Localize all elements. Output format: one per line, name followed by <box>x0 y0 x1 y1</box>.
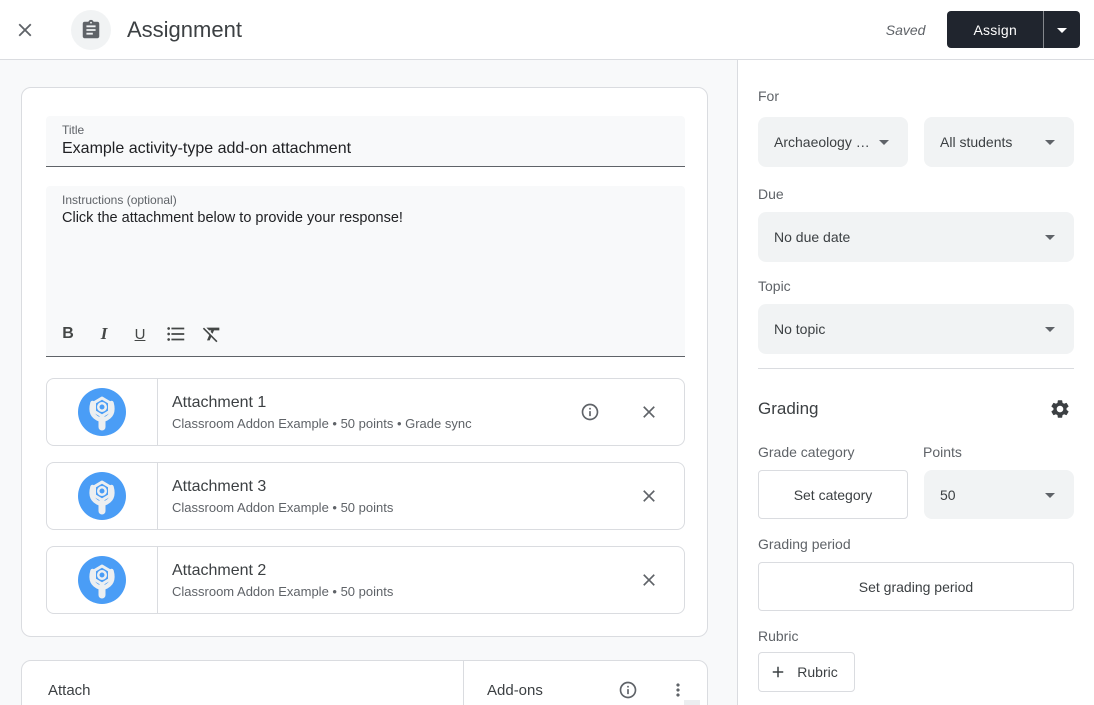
points-value: 50 <box>940 486 956 503</box>
assignment-editor: Assignment Saved Assign Title Example ac… <box>0 0 1094 705</box>
instructions-field-label: Instructions (optional) <box>62 193 177 207</box>
addon-app-icon <box>78 472 126 520</box>
attachment-meta: Classroom Addon Example • 50 points • Gr… <box>172 415 472 431</box>
gear-icon <box>1049 398 1071 420</box>
remove-attachment-button[interactable] <box>634 565 664 595</box>
attachment-title: Attachment 2 <box>172 561 267 579</box>
points-select[interactable]: 50 <box>924 470 1074 519</box>
course-select[interactable]: Archaeology … <box>758 117 908 167</box>
assign-dropdown-button[interactable] <box>1044 11 1080 48</box>
clear-formatting-icon <box>201 323 223 345</box>
close-button[interactable] <box>5 10 45 50</box>
partial-ui-fragment <box>684 700 700 705</box>
formatting-toolbar: B I U <box>52 312 228 356</box>
bold-button[interactable]: B <box>52 318 84 350</box>
close-icon <box>14 19 36 41</box>
attach-card: Attach Add-ons <box>21 660 708 705</box>
top-bar: Assignment Saved Assign <box>0 0 1094 60</box>
attachment-icon-cell <box>47 463 158 529</box>
students-select[interactable]: All students <box>924 117 1074 167</box>
attachment-row[interactable]: Attachment 3 Classroom Addon Example • 5… <box>46 462 685 530</box>
attachment-title: Attachment 1 <box>172 393 267 411</box>
set-grading-period-button[interactable]: Set grading period <box>758 562 1074 611</box>
attachment-icon-cell <box>47 379 158 445</box>
attachment-info: Attachment 1 Classroom Addon Example • 5… <box>158 379 575 445</box>
bulleted-list-icon <box>165 323 187 345</box>
addons-section: Add-ons <box>463 661 707 705</box>
dropdown-arrow-icon <box>1038 130 1062 154</box>
for-label: For <box>758 88 779 104</box>
grading-settings-button[interactable] <box>1046 395 1074 423</box>
info-icon <box>580 402 600 422</box>
assignment-icon <box>80 19 102 41</box>
assign-split-button: Assign <box>947 11 1080 48</box>
add-rubric-button[interactable]: Rubric <box>758 652 855 692</box>
attachment-meta: Classroom Addon Example • 50 points <box>172 499 394 515</box>
attachment-row[interactable]: Attachment 2 Classroom Addon Example • 5… <box>46 546 685 614</box>
instructions-field-value[interactable]: Click the attachment below to provide yo… <box>62 210 669 226</box>
due-date-select[interactable]: No due date <box>758 212 1074 262</box>
clear-formatting-button[interactable] <box>196 318 228 350</box>
rubric-label: Rubric <box>758 628 799 644</box>
settings-sidebar: For Archaeology … All students Due No du… <box>738 60 1094 705</box>
attachment-meta: Classroom Addon Example • 50 points <box>172 583 394 599</box>
attachment-info-button[interactable] <box>575 397 605 427</box>
addons-info-button[interactable] <box>613 675 643 705</box>
close-icon <box>639 486 659 506</box>
saved-status: Saved <box>885 21 926 38</box>
dropdown-arrow-icon <box>1038 483 1062 507</box>
addons-section-label: Add-ons <box>487 681 543 699</box>
page-title: Assignment <box>127 16 242 42</box>
attachment-icon-cell <box>47 547 158 613</box>
grade-category-label: Grade category <box>758 444 855 460</box>
attachment-info: Attachment 3 Classroom Addon Example • 5… <box>158 463 634 529</box>
set-category-button[interactable]: Set category <box>758 470 908 519</box>
instructions-field[interactable]: Instructions (optional) Click the attach… <box>46 186 685 357</box>
dropdown-arrow-icon <box>1038 225 1062 249</box>
addon-app-icon <box>78 388 126 436</box>
close-icon <box>639 570 659 590</box>
assign-button[interactable]: Assign <box>947 11 1044 48</box>
due-date-value: No due date <box>774 229 851 245</box>
underline-button[interactable]: U <box>124 318 156 350</box>
plus-icon <box>769 663 787 681</box>
attachment-actions <box>634 547 684 613</box>
dropdown-arrow-icon <box>1050 18 1074 42</box>
assignment-type-badge <box>71 9 111 50</box>
topic-value: No topic <box>774 321 826 337</box>
section-divider <box>758 368 1074 369</box>
add-rubric-label: Rubric <box>797 664 838 680</box>
attachment-actions <box>634 463 684 529</box>
attachment-row[interactable]: Attachment 1 Classroom Addon Example • 5… <box>46 378 685 446</box>
editor-pane: Title Example activity-type add-on attac… <box>0 60 738 705</box>
info-icon <box>618 680 638 700</box>
course-select-value: Archaeology … <box>774 134 870 150</box>
points-label: Points <box>923 444 962 460</box>
attachment-actions <box>575 379 684 445</box>
title-field[interactable]: Title Example activity-type add-on attac… <box>46 116 685 167</box>
grading-header: Grading <box>758 395 1074 423</box>
attachment-info: Attachment 2 Classroom Addon Example • 5… <box>158 547 634 613</box>
remove-attachment-button[interactable] <box>634 397 664 427</box>
grading-period-label: Grading period <box>758 536 851 552</box>
students-select-value: All students <box>940 134 1013 150</box>
grading-title: Grading <box>758 399 819 418</box>
dropdown-arrow-icon <box>872 130 896 154</box>
due-label: Due <box>758 186 784 202</box>
remove-attachment-button[interactable] <box>634 481 664 511</box>
title-field-value[interactable]: Example activity-type add-on attachment <box>62 140 669 158</box>
attachment-title: Attachment 3 <box>172 477 267 495</box>
dropdown-arrow-icon <box>1038 317 1062 341</box>
topic-select[interactable]: No topic <box>758 304 1074 354</box>
italic-button[interactable]: I <box>88 318 120 350</box>
more-vert-icon <box>668 680 688 700</box>
title-field-label: Title <box>62 123 85 137</box>
assignment-details-card: Title Example activity-type add-on attac… <box>21 87 708 637</box>
attach-section-label: Attach <box>48 681 91 699</box>
bulleted-list-button[interactable] <box>160 318 192 350</box>
topic-label: Topic <box>758 278 791 294</box>
addon-app-icon <box>78 556 126 604</box>
close-icon <box>639 402 659 422</box>
